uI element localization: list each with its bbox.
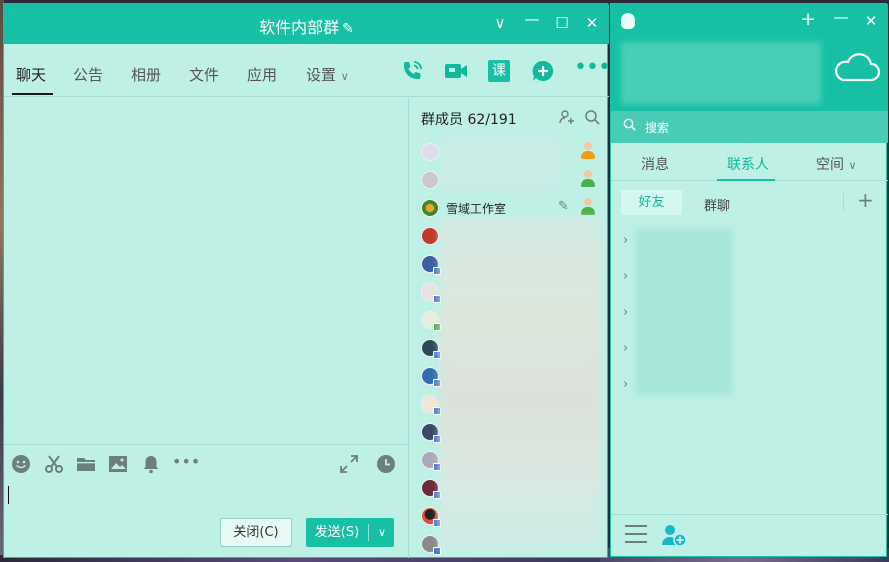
divider <box>843 193 844 211</box>
contacts-window: + — ✕ 搜索 消息 联系人 空间 ∨ 好友 群聊 + › › › › › <box>610 3 888 558</box>
search-input[interactable]: 搜索 <box>611 111 888 143</box>
text-caret <box>8 486 9 504</box>
more-icon[interactable]: ••• <box>574 56 611 80</box>
tab-settings[interactable]: 设置 ∨ <box>306 64 349 85</box>
qq-logo-icon <box>621 13 635 29</box>
contacts-tab-bar: 消息 联系人 空间 ∨ <box>611 143 888 181</box>
video-icon[interactable] <box>444 59 468 83</box>
contacts-footer <box>611 514 888 558</box>
title-bar[interactable]: 软件内部群 ✎ ∨ — ☐ ✕ <box>4 4 609 44</box>
image-icon[interactable] <box>107 454 129 479</box>
subtab-groups[interactable]: 群聊 <box>704 195 730 214</box>
admin-icon <box>580 198 596 216</box>
divider <box>4 444 408 445</box>
admin-icon <box>580 170 596 188</box>
chevron-down-icon[interactable]: ∨ <box>370 518 394 547</box>
add-app-icon[interactable] <box>531 59 555 83</box>
search-icon <box>623 118 636 135</box>
tab-contacts[interactable]: 联系人 <box>727 154 769 174</box>
avatar <box>421 227 439 245</box>
chevron-down-icon: ∨ <box>340 70 349 83</box>
message-area[interactable] <box>4 98 408 448</box>
tab-announcement[interactable]: 公告 <box>73 64 103 85</box>
more-icon[interactable]: ••• <box>172 452 200 471</box>
redacted-region <box>635 228 733 396</box>
pencil-icon[interactable]: ✎ <box>342 21 354 37</box>
tab-settings-label: 设置 <box>306 66 337 84</box>
chevron-down-icon: ∨ <box>848 159 857 172</box>
bell-icon[interactable] <box>140 454 162 479</box>
avatar <box>421 199 439 217</box>
tab-apps[interactable]: 应用 <box>247 64 277 85</box>
owner-icon <box>580 142 596 160</box>
group-tab-bar: 聊天 公告 相册 文件 应用 设置 ∨ 课 ••• <box>4 44 611 97</box>
minimize-icon[interactable]: — <box>831 8 851 26</box>
redacted-region <box>440 218 600 548</box>
tab-space[interactable]: 空间 ∨ <box>816 154 857 174</box>
menu-icon[interactable] <box>625 525 647 543</box>
cloud-icon[interactable] <box>831 50 881 84</box>
divider <box>368 524 369 541</box>
expand-icon[interactable] <box>338 454 360 479</box>
minimize-icon[interactable]: — <box>522 10 542 28</box>
tab-album[interactable]: 相册 <box>131 64 161 85</box>
group-title[interactable]: 软件内部群 <box>259 18 339 37</box>
profile-redacted[interactable] <box>621 42 821 104</box>
input-toolbar: ••• <box>4 452 408 480</box>
emoji-icon[interactable] <box>10 454 32 479</box>
add-friend-icon[interactable] <box>661 523 687 547</box>
avatar <box>421 171 439 189</box>
device-badge-icon <box>433 547 441 555</box>
member-name: 雪域工作室 <box>446 202 507 216</box>
search-icon[interactable] <box>584 109 600 129</box>
redacted-region <box>440 136 560 190</box>
contacts-header: + — ✕ <box>611 4 888 111</box>
close-button[interactable]: 关闭(C) <box>220 518 292 547</box>
close-icon[interactable]: ✕ <box>861 12 881 30</box>
active-tab-underline <box>12 93 53 95</box>
phone-icon[interactable] <box>400 59 424 83</box>
tab-chat[interactable]: 聊天 <box>16 64 46 85</box>
folder-icon[interactable] <box>75 454 97 479</box>
edit-icon[interactable]: ✎ <box>558 199 569 214</box>
tab-messages[interactable]: 消息 <box>641 154 669 174</box>
member-count-title: 群成员 62/191 <box>421 112 517 128</box>
lesson-icon[interactable]: 课 <box>488 60 510 82</box>
history-icon[interactable] <box>375 454 397 479</box>
message-input[interactable] <box>4 482 408 516</box>
chevron-down-icon[interactable]: ∨ <box>490 14 510 32</box>
scissors-icon[interactable] <box>43 454 65 479</box>
avatar <box>421 143 439 161</box>
plus-icon[interactable]: + <box>798 9 818 30</box>
add-member-icon[interactable] <box>559 109 575 129</box>
send-button-label: 发送(S) <box>314 525 360 540</box>
subtab-friends[interactable]: 好友 <box>621 190 682 215</box>
search-placeholder: 搜索 <box>645 121 670 135</box>
active-tab-underline <box>717 179 775 181</box>
add-icon[interactable]: + <box>857 188 874 212</box>
send-button[interactable]: 发送(S) ∨ <box>306 518 394 547</box>
close-icon[interactable]: ✕ <box>582 14 602 32</box>
maximize-icon[interactable]: ☐ <box>552 14 572 32</box>
contacts-subtabs: 好友 群聊 + <box>611 187 888 217</box>
tab-space-label: 空间 <box>816 157 844 173</box>
tab-files[interactable]: 文件 <box>189 64 219 85</box>
